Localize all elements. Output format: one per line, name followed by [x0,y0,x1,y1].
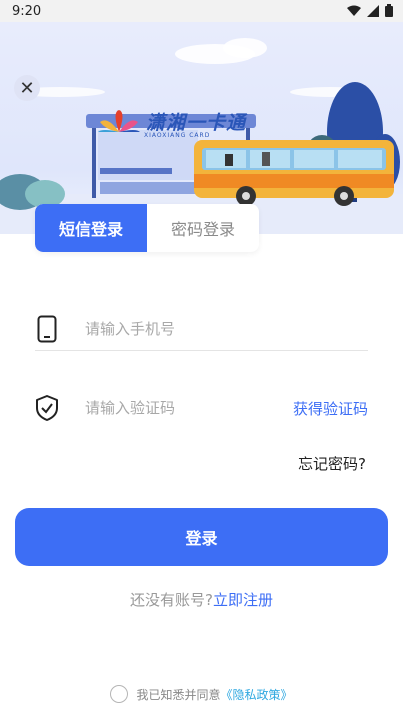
header-banner: ✕ 潇湘一卡通 XIAOXIANG CARD [0,22,403,234]
privacy-policy-link[interactable]: 《隐私政策》 [221,686,293,703]
forgot-password-link[interactable]: 忘记密码? [298,453,366,474]
status-bar: 9:20 [0,0,403,22]
get-code-button[interactable]: 获得验证码 [293,398,368,419]
register-row: 还没有账号?立即注册 [0,589,403,610]
agreement-row: 我已知悉并同意 《隐私政策》 [0,685,403,703]
close-icon: ✕ [19,77,35,99]
status-icons [347,4,393,17]
phone-icon [35,314,59,344]
login-button[interactable]: 登录 [15,508,388,566]
shield-check-icon [35,393,59,423]
battery-icon [385,4,393,17]
tab-password-login[interactable]: 密码登录 [147,204,259,252]
logo-text: 潇湘一卡通 [146,112,247,134]
agreement-text: 我已知悉并同意 [136,687,221,702]
close-button[interactable]: ✕ [14,75,40,101]
status-time: 9:20 [12,4,42,19]
wifi-icon [347,5,361,16]
lotus-logo-icon [98,109,140,132]
agreement-checkbox[interactable] [110,685,129,703]
logo-subtext: XIAOXIANG CARD [144,132,211,139]
phone-field [35,307,368,351]
tab-sms-login[interactable]: 短信登录 [35,204,147,252]
register-link[interactable]: 立即注册 [213,591,273,609]
logo: 潇湘一卡通 XIAOXIANG CARD [98,108,247,139]
signal-icon [367,4,379,17]
code-field: 获得验证码 [35,386,368,430]
login-tabs: 短信登录 密码登录 [35,204,259,252]
register-question: 还没有账号? [130,591,213,609]
code-input[interactable] [85,399,265,417]
phone-input[interactable] [85,319,265,338]
